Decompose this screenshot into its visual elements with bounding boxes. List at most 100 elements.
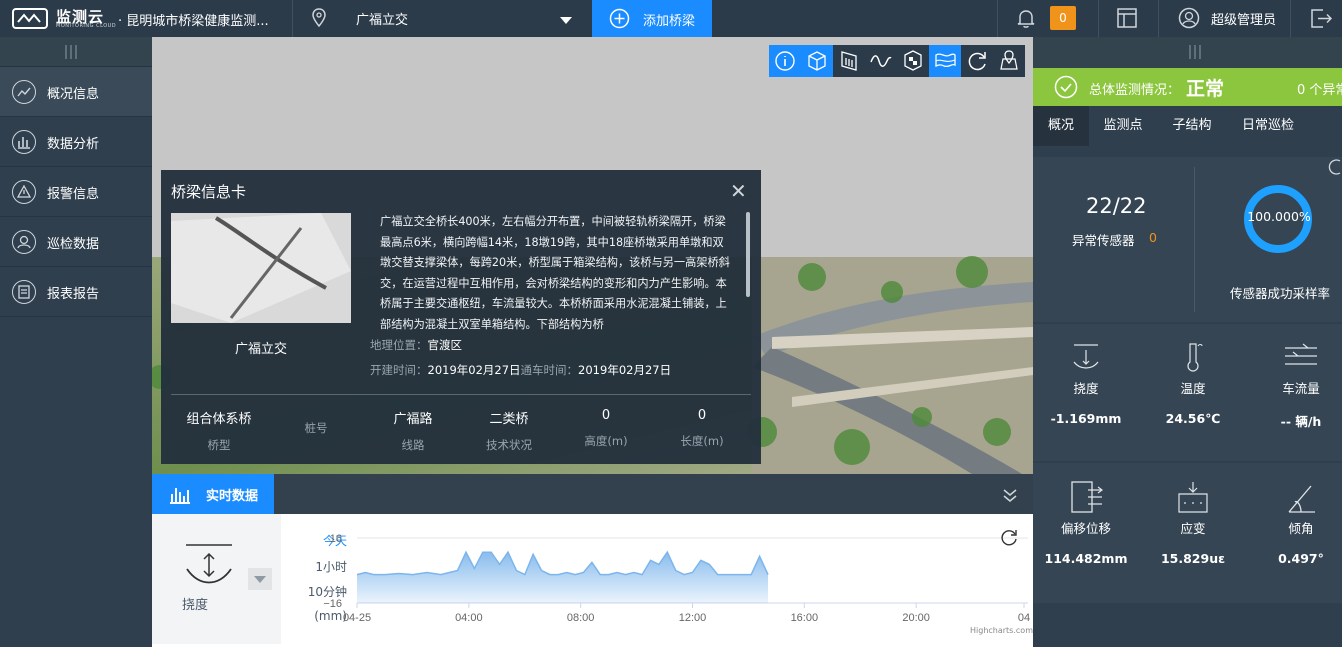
sensor-dropdown-button[interactable]	[248, 568, 272, 590]
chart-credit: Highcharts.com	[970, 626, 1033, 635]
prop-value: 广福路	[393, 412, 433, 427]
sidebar-item-inspection[interactable]: 巡检数据	[0, 217, 152, 267]
bridge-selector[interactable]: 广福立交	[340, 0, 590, 37]
divider	[171, 394, 751, 395]
metric-value: 24.56℃	[1165, 411, 1221, 426]
tab-realtime-data[interactable]: 实时数据	[152, 474, 274, 514]
sidebar-item-data-analysis[interactable]: 数据分析	[0, 117, 152, 167]
bridge-info-card: 桥梁信息卡 ✕ 广福立交 广福立交全桥长400米，左右幅分开布置，中间被轻轨桥梁…	[161, 170, 761, 464]
metric-deflection[interactable]: 挠度 -1.169mm	[1036, 340, 1136, 426]
bell-icon[interactable]	[1016, 8, 1036, 33]
sensor-count: 22/22	[1086, 194, 1147, 218]
open-date-value: 2019年02月27日	[578, 363, 672, 377]
prop-condition: 二类桥 技术状况	[459, 408, 559, 453]
bar-chart-icon	[168, 484, 192, 508]
tab-substructure[interactable]: 子结构	[1157, 106, 1227, 146]
sidebar-item-label: 数据分析	[47, 137, 100, 152]
prop-key: 桩号	[304, 421, 328, 435]
bridge-description: 广福立交全桥长400米，左右幅分开布置，中间被轻轨桥梁隔开，桥梁最高点6米，横向…	[380, 215, 730, 331]
prop-height: 0 高度(m)	[556, 408, 656, 449]
abnormal-sensor-count: 0	[1149, 230, 1157, 245]
metric-temperature[interactable]: 温度 24.56℃	[1143, 340, 1243, 426]
add-bridge-button[interactable]: 添加桥梁	[592, 0, 712, 37]
metric-traffic[interactable]: 车流量 -- 辆/h	[1251, 340, 1342, 430]
map-pin-icon[interactable]	[993, 45, 1025, 77]
cube-icon[interactable]	[801, 45, 833, 77]
chevron-double-down-icon[interactable]	[1002, 487, 1018, 507]
metric-name: 温度	[1180, 381, 1206, 396]
tab-daily-inspection[interactable]: 日常巡检	[1227, 106, 1309, 146]
sensor-label: 挠度	[182, 598, 209, 613]
refresh-icon[interactable]	[961, 45, 993, 77]
status-label: 总体监测情况：	[1089, 83, 1181, 98]
logo-subtitle: MONITORING CLOUD	[56, 23, 117, 29]
warning-icon	[12, 180, 36, 204]
deflection-icon	[184, 542, 234, 590]
x-tick-label: 04-25	[343, 612, 371, 624]
metric-value: 114.482mm	[1044, 551, 1128, 566]
displacement-icon	[1036, 480, 1136, 518]
sample-rate-label: 传感器成功采样率	[1229, 286, 1330, 301]
realtime-header: 实时数据	[152, 474, 1033, 514]
prop-value: 二类桥	[489, 412, 529, 427]
metric-value: 15.829uε	[1160, 551, 1226, 566]
deflection-chart[interactable]: 16 −1604-25 04:00 08:00 12:00 16:00 20:00 04	[323, 514, 1033, 647]
prop-key: 长度(m)	[680, 434, 724, 448]
prop-route: 广福路 线路	[363, 408, 463, 453]
top-bar: 监测云 MONITORING CLOUD · 昆明城市桥梁健康监测... 广福立…	[0, 0, 1342, 37]
bridge-3d-icon[interactable]	[833, 45, 865, 77]
checker-icon[interactable]	[897, 45, 929, 77]
sidebar-collapse-handle[interactable]	[0, 37, 152, 67]
realtime-tab-label: 实时数据	[206, 489, 259, 504]
location-value: 官渡区	[427, 338, 463, 352]
flag-icon[interactable]	[929, 45, 961, 77]
logout-icon[interactable]	[1310, 8, 1333, 33]
metric-strain[interactable]: 应变 15.829uε	[1143, 480, 1243, 566]
location-row: 地理位置：官渡区	[370, 337, 462, 353]
card-title: 桥梁信息卡	[171, 183, 247, 201]
close-icon[interactable]: ✕	[730, 179, 747, 203]
chart-refresh-icon[interactable]	[1000, 528, 1018, 550]
sidebar-item-reports[interactable]: 报表报告	[0, 267, 152, 317]
prop-value: 0	[601, 408, 611, 423]
wave-icon[interactable]	[865, 45, 897, 77]
description-scrollbar[interactable]	[746, 212, 750, 297]
bridge-thumbnail	[171, 213, 351, 323]
x-tick-label: 04:00	[455, 612, 483, 624]
metric-tilt[interactable]: 倾角 0.497°	[1251, 480, 1342, 566]
metric-name: 挠度	[1073, 381, 1099, 396]
prop-key: 技术状况	[486, 438, 532, 452]
metric-displacement[interactable]: 偏移位移 114.482mm	[1036, 480, 1136, 566]
prop-stake: 桩号	[266, 420, 366, 436]
series-area	[357, 552, 768, 603]
date-row: 开建时间：2019年02月27日通车时间：2019年02月27日	[370, 362, 671, 378]
notification-badge[interactable]: 0	[1050, 6, 1076, 30]
range-1h[interactable]: 1小时	[292, 558, 347, 575]
sidebar-item-alarm[interactable]: 报警信息	[0, 167, 152, 217]
info-icon[interactable]	[769, 45, 801, 77]
sidebar-item-label: 概况信息	[47, 87, 100, 102]
refresh-icon[interactable]	[1328, 157, 1342, 181]
inspector-icon	[12, 230, 36, 254]
metric-name: 偏移位移	[1060, 521, 1111, 536]
add-bridge-label: 添加桥梁	[643, 14, 696, 29]
y-tick-label: −16	[323, 598, 342, 610]
tab-monitor-points[interactable]: 监测点	[1089, 106, 1157, 146]
sidebar-item-overview[interactable]: 概况信息	[0, 67, 152, 117]
y-tick-label: 16	[330, 533, 342, 545]
right-panel-collapse-handle[interactable]	[1033, 37, 1342, 68]
tab-overview[interactable]: 概况	[1033, 106, 1089, 146]
map-toolbar	[769, 45, 1025, 77]
check-circle-icon	[1054, 75, 1078, 103]
report-icon	[12, 280, 36, 304]
left-sidebar: 概况信息 数据分析 报警信息 巡检数据 报表报告	[0, 37, 152, 647]
plus-circle-icon	[609, 8, 630, 33]
user-name[interactable]: 超级管理员	[1211, 9, 1276, 28]
prop-length: 0 长度(m)	[652, 408, 752, 449]
prop-key: 高度(m)	[584, 434, 628, 448]
status-value: 正常	[1186, 78, 1225, 100]
layout-panel-icon[interactable]	[1117, 8, 1137, 32]
metric-name: 车流量	[1282, 381, 1320, 396]
user-avatar-icon[interactable]	[1178, 7, 1200, 33]
bridge-selector-value: 广福立交	[356, 13, 409, 28]
